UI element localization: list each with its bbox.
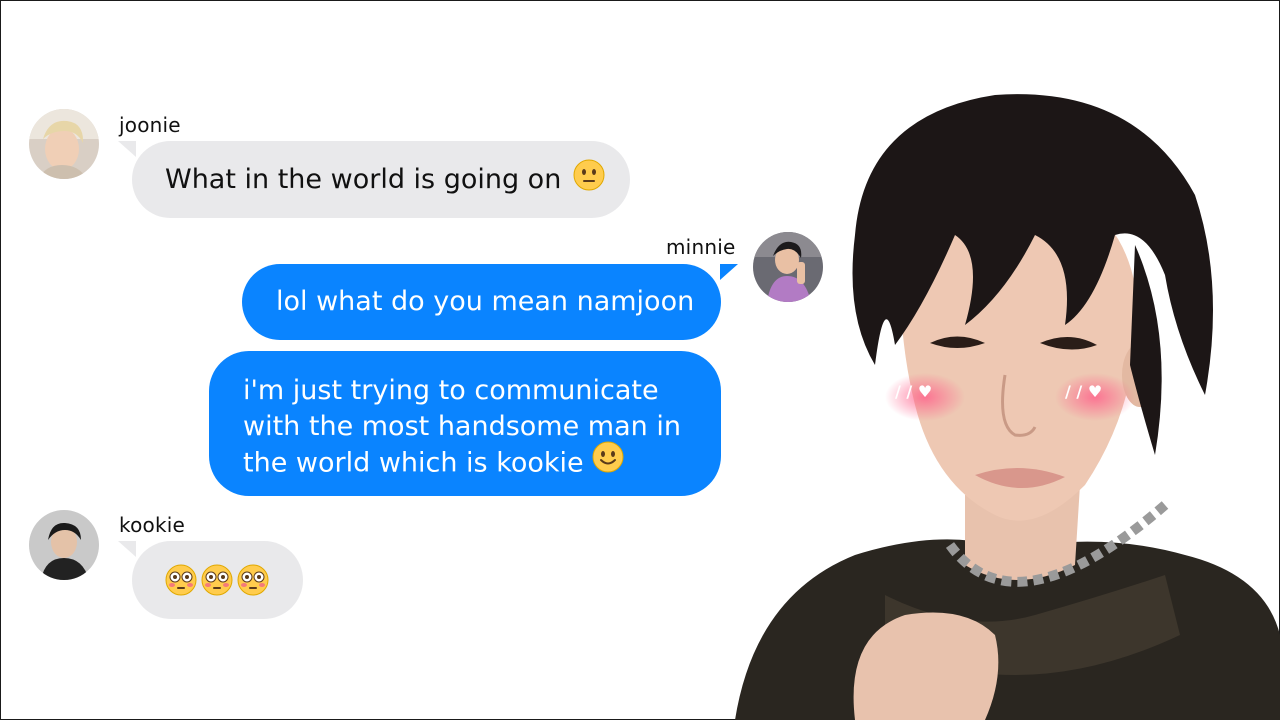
message-bubble-outgoing[interactable]: i'm just trying to communicate with the … — [209, 351, 721, 496]
message-line: i'm just trying to communicate — [243, 375, 659, 406]
message-bubble-incoming[interactable]: What in the world is going on — [132, 141, 630, 218]
message-line: the world which is kookie — [243, 441, 681, 483]
sender-name-kookie: kookie — [119, 513, 185, 537]
portrait-image: / / ♥ / / ♥ — [735, 75, 1280, 720]
bubble-tail — [118, 541, 136, 557]
message-bubble-outgoing[interactable]: lol what do you mean namjoon — [242, 264, 721, 340]
avatar-joonie[interactable] — [29, 109, 99, 179]
message-text: lol what do you mean namjoon — [276, 286, 695, 317]
message-text: i'm just trying to communicate with the … — [243, 373, 681, 483]
bubble-tail — [118, 141, 136, 157]
sender-name-joonie: joonie — [119, 113, 181, 137]
sender-name-minnie: minnie — [666, 235, 736, 259]
message-text: What in the world is going on — [165, 163, 562, 195]
neutral-face-emoji-icon — [573, 159, 605, 201]
message-line-text: the world which is kookie — [243, 447, 584, 479]
blush-mark-left: / / ♥ — [895, 382, 932, 401]
message-bubble-incoming[interactable] — [132, 541, 303, 619]
blush-mark-right: / / ♥ — [1065, 382, 1102, 401]
flushed-face-emoji-icon — [164, 563, 272, 597]
avatar-kookie[interactable] — [29, 510, 99, 580]
message-line: with the most handsome man in — [243, 411, 681, 442]
slightly-smiling-face-emoji-icon — [592, 441, 624, 483]
kookie-avatar-image — [29, 510, 99, 580]
joonie-avatar-image — [29, 109, 99, 179]
